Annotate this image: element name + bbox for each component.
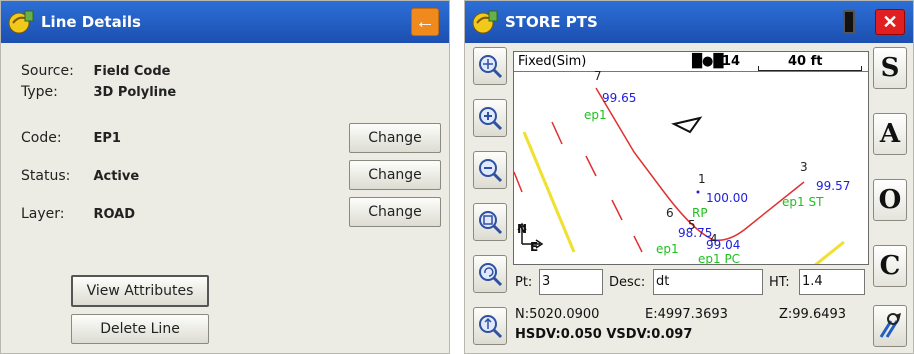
point-6-code: ep1 xyxy=(656,242,679,256)
layer-label: Layer: xyxy=(21,206,65,222)
store-button-a[interactable]: A xyxy=(873,113,907,155)
change-layer-button[interactable]: Change xyxy=(349,197,441,227)
tools-button[interactable] xyxy=(873,305,907,347)
east-label: E xyxy=(530,240,539,254)
status-value: Active xyxy=(93,169,140,184)
desc-label: Desc: xyxy=(609,275,646,290)
north-label: N xyxy=(517,222,528,236)
panel-title: Line Details xyxy=(41,13,141,31)
store-button-s[interactable]: S xyxy=(873,47,907,89)
point-entry-row: Pt: 3 Desc: dt HT: 1.4 xyxy=(513,267,869,299)
point-3-number: 3 xyxy=(800,160,808,174)
store-button-c[interactable]: C xyxy=(873,245,907,287)
zoom-window-icon xyxy=(479,211,503,235)
type-label: Type: xyxy=(21,84,58,100)
type-row: Type: 3D Polyline xyxy=(21,84,176,100)
coordinates-readout: N:5020.0900 E:4997.3693 Z:99.6493 HSDV:0… xyxy=(513,307,869,351)
zoom-pan-icon xyxy=(479,315,503,339)
ht-label: HT: xyxy=(769,275,790,290)
line-details-panel: Line Details ← Source: Field Code Type: … xyxy=(0,0,450,354)
point-1-elevation: 100.00 xyxy=(706,191,748,205)
easting-value: E:4997.3693 xyxy=(645,307,728,322)
zoom-in-button[interactable] xyxy=(473,99,507,137)
zoom-out-icon xyxy=(479,159,503,183)
point-4-elevation: 99.04 xyxy=(706,238,741,252)
zoom-extents-button[interactable] xyxy=(473,47,507,85)
status-row: Status: Active xyxy=(21,168,139,184)
type-value: 3D Polyline xyxy=(93,85,177,100)
zoom-extents-icon xyxy=(479,55,503,79)
point-6-number: 6 xyxy=(666,206,674,220)
zoom-in-icon xyxy=(479,107,503,131)
map-view[interactable]: Fixed(Sim) █●█ 14 40 ft 7 99.65 ep1 3 99… xyxy=(513,51,869,265)
zoom-out-button[interactable] xyxy=(473,151,507,189)
app-logo-icon xyxy=(8,10,34,34)
pt-label: Pt: xyxy=(515,275,533,290)
change-code-button[interactable]: Change xyxy=(349,123,441,153)
map-status-bar: Fixed(Sim) █●█ 14 40 ft xyxy=(514,52,868,72)
arrow-left-icon: ← xyxy=(415,10,435,33)
battery-icon xyxy=(843,10,855,34)
layer-value: ROAD xyxy=(93,207,136,222)
northing-value: N:5020.0900 xyxy=(515,307,600,322)
point-7-elevation: 99.65 xyxy=(602,91,637,105)
close-button[interactable]: ✕ xyxy=(875,9,905,35)
store-points-titlebar: STORE PTS ✕ xyxy=(465,1,913,43)
view-attributes-button[interactable]: View Attributes xyxy=(71,275,209,307)
satellite-count: 14 xyxy=(722,54,741,69)
pan-button[interactable] xyxy=(473,307,507,345)
panel-title: STORE PTS xyxy=(505,13,598,31)
zoom-previous-button[interactable] xyxy=(473,255,507,293)
point-4-code: ep1 PC xyxy=(698,252,741,265)
point-7-number: 7 xyxy=(594,69,602,83)
point-3-elevation: 99.57 xyxy=(816,179,851,193)
store-points-panel: STORE PTS ✕ S A O C Fixed(Sim) █●█ 14 40… xyxy=(464,0,914,354)
scale-bar xyxy=(758,66,862,71)
point-1-number: 1 xyxy=(698,172,706,186)
point-number-input[interactable]: 3 xyxy=(539,269,603,295)
fix-mode: Fixed(Sim) xyxy=(518,54,587,69)
description-input[interactable]: dt xyxy=(653,269,763,295)
layer-row: Layer: ROAD xyxy=(21,206,135,222)
tools-icon xyxy=(879,313,901,338)
close-icon: ✕ xyxy=(882,11,898,32)
height-input[interactable]: 1.4 xyxy=(799,269,865,295)
map-labels: 7 99.65 ep1 3 99.57 ep1 ST 1 100.00 6 RP… xyxy=(514,69,868,265)
store-button-o[interactable]: O xyxy=(873,179,907,221)
source-value: Field Code xyxy=(93,64,171,79)
point-3-code: ep1 ST xyxy=(782,195,824,209)
delete-line-button[interactable]: Delete Line xyxy=(71,314,209,344)
status-label: Status: xyxy=(21,168,71,184)
precision-value: HSDV:0.050 VSDV:0.097 xyxy=(515,327,693,342)
back-button[interactable]: ← xyxy=(411,8,439,36)
source-label: Source: xyxy=(21,63,74,79)
code-value: EP1 xyxy=(93,131,121,146)
elevation-value: Z:99.6493 xyxy=(779,307,847,322)
code-row: Code: EP1 xyxy=(21,130,121,146)
satellite-icon: █●█ xyxy=(692,54,724,69)
app-logo-icon xyxy=(472,10,498,34)
zoom-previous-icon xyxy=(479,263,503,287)
zoom-window-button[interactable] xyxy=(473,203,507,241)
code-label: Code: xyxy=(21,130,62,146)
change-status-button[interactable]: Change xyxy=(349,160,441,190)
source-row: Source: Field Code xyxy=(21,63,171,79)
point-7-code: ep1 xyxy=(584,108,607,122)
line-details-titlebar: Line Details ← xyxy=(1,1,449,43)
